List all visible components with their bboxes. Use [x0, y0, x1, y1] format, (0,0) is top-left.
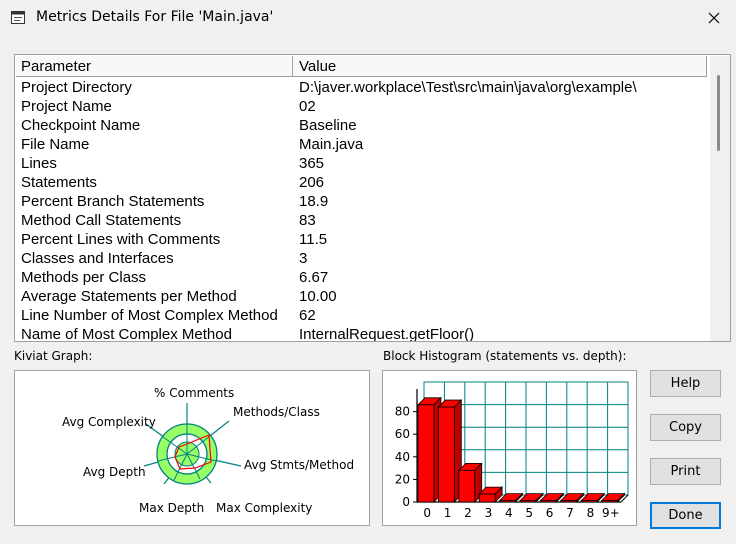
value-cell: 11.5 [299, 231, 328, 248]
table-row[interactable]: File Name Main.java [16, 135, 708, 154]
value-cell: 365 [299, 155, 325, 172]
value-cell: 10.00 [299, 288, 337, 305]
parameter-cell: Name of Most Complex Method [21, 326, 232, 342]
y-tick-label: 0 [402, 495, 410, 509]
value-cell: 02 [299, 98, 316, 115]
value-cell: 206 [299, 174, 325, 191]
value-cell: InternalRequest.getFloor() [299, 326, 475, 342]
bar [580, 500, 598, 503]
kiviat-axis-label: Max Depth [139, 501, 204, 515]
column-header-value[interactable]: Value [294, 57, 336, 76]
parameter-cell: Line Number of Most Complex Method [21, 307, 278, 324]
bar [499, 500, 516, 503]
app-icon [11, 11, 25, 24]
value-cell: Baseline [299, 117, 357, 134]
x-tick-label: 3 [485, 506, 493, 520]
table-body: Project Directory D:\javer.workplace\Test… [16, 78, 708, 342]
table-header: Parameter Value [16, 56, 707, 77]
y-tick-label: 60 [395, 427, 410, 441]
table-row[interactable]: Classes and Interfaces 3 [16, 249, 708, 268]
value-cell: 62 [299, 307, 316, 324]
bar [601, 500, 618, 503]
x-tick-label: 9+ [602, 506, 620, 520]
bar [458, 469, 476, 503]
metrics-table[interactable]: Parameter Value Project Directory D:\jave… [14, 54, 731, 342]
histogram-label: Block Histogram (statements vs. depth): [383, 349, 627, 363]
table-row[interactable]: Average Statements per Method 10.00 [16, 287, 708, 306]
copy-button[interactable]: Copy [650, 414, 721, 441]
kiviat-label: Kiviat Graph: [14, 349, 93, 363]
help-button[interactable]: Help [650, 370, 721, 397]
table-row[interactable]: Method Call Statements 83 [16, 211, 708, 230]
parameter-cell: Percent Branch Statements [21, 193, 205, 210]
window-title: Metrics Details For File 'Main.java' [36, 9, 274, 25]
kiviat-axis-label: Methods/Class [233, 405, 320, 419]
x-tick-label: 6 [546, 506, 554, 520]
value-cell: 18.9 [299, 193, 329, 210]
parameter-cell: Checkpoint Name [21, 117, 141, 134]
close-icon [708, 12, 720, 24]
y-tick-label: 20 [395, 472, 410, 486]
table-row[interactable]: Name of Most Complex Method InternalReque… [16, 325, 708, 342]
bar [539, 500, 557, 503]
value-cell: 83 [299, 212, 316, 229]
value-cell: 6.67 [299, 269, 329, 286]
x-tick-label: 8 [587, 506, 595, 520]
parameter-cell: Project Directory [21, 79, 132, 96]
x-tick-label: 5 [525, 506, 533, 520]
x-tick-label: 0 [423, 506, 431, 520]
value-cell: Main.java [299, 136, 364, 153]
parameter-cell: Statements [21, 174, 97, 191]
column-divider [706, 56, 707, 76]
table-row[interactable]: Statements 206 [16, 173, 708, 192]
y-tick-label: 80 [395, 405, 410, 419]
parameter-cell: Percent Lines with Comments [21, 231, 221, 248]
done-button[interactable]: Done [650, 502, 721, 529]
table-row[interactable]: Methods per Class 6.67 [16, 268, 708, 287]
table-row[interactable]: Checkpoint Name Baseline [16, 116, 708, 135]
x-tick-label: 4 [505, 506, 513, 520]
value-cell: D:\javer.workplace\Test\src\main\java\or… [299, 79, 637, 96]
vertical-scrollbar[interactable] [710, 56, 730, 341]
parameter-cell: Methods per Class [21, 269, 147, 286]
kiviat-graph: % Comments Methods/Class Avg Stmts/Metho… [14, 370, 370, 526]
table-row[interactable]: Project Directory D:\javer.workplace\Test… [16, 78, 708, 97]
block-histogram: 0 20 40 60 80 0 1 2 3 4 5 6 7 8 9+ [382, 370, 637, 526]
histogram-chart: 0204060800 1 2 3 4 5 6 7 8 9+ [395, 381, 629, 520]
x-tick-label: 2 [464, 506, 472, 520]
bar [417, 404, 435, 503]
table-row[interactable]: Lines 365 [16, 154, 708, 173]
table-row[interactable]: Percent Branch Statements 18.9 [16, 192, 708, 211]
parameter-cell: Method Call Statements [21, 212, 182, 229]
parameter-cell: Project Name [21, 98, 112, 115]
bar [560, 500, 578, 503]
kiviat-axis-label: Avg Depth [83, 465, 146, 479]
parameter-cell: File Name [21, 136, 90, 153]
print-button[interactable]: Print [650, 458, 721, 485]
x-tick-label: 7 [566, 506, 574, 520]
y-tick-label: 40 [395, 450, 410, 464]
column-header-parameter[interactable]: Parameter [16, 57, 291, 76]
parameter-cell: Average Statements per Method [21, 288, 237, 305]
table-row[interactable]: Project Name 02 [16, 97, 708, 116]
bar [519, 500, 537, 503]
bar [478, 493, 496, 503]
title-bar: Metrics Details For File 'Main.java' [0, 0, 736, 36]
bar [438, 406, 455, 503]
scrollbar-thumb[interactable] [717, 75, 720, 151]
kiviat-axis-label: Avg Stmts/Method [244, 458, 354, 472]
close-button[interactable] [692, 0, 736, 36]
x-tick-label: 1 [444, 506, 452, 520]
table-row[interactable]: Line Number of Most Complex Method 62 [16, 306, 708, 325]
column-divider[interactable] [292, 56, 293, 76]
value-cell: 3 [299, 250, 308, 267]
kiviat-axis-label: % Comments [154, 386, 234, 400]
parameter-cell: Lines [21, 155, 57, 172]
table-row[interactable]: Percent Lines with Comments 11.5 [16, 230, 708, 249]
kiviat-axis-label: Max Complexity [216, 501, 312, 515]
parameter-cell: Classes and Interfaces [21, 250, 174, 267]
kiviat-axis-label: Avg Complexity [62, 415, 156, 429]
kiviat-chart: % Comments Methods/Class Avg Stmts/Metho… [62, 386, 354, 515]
